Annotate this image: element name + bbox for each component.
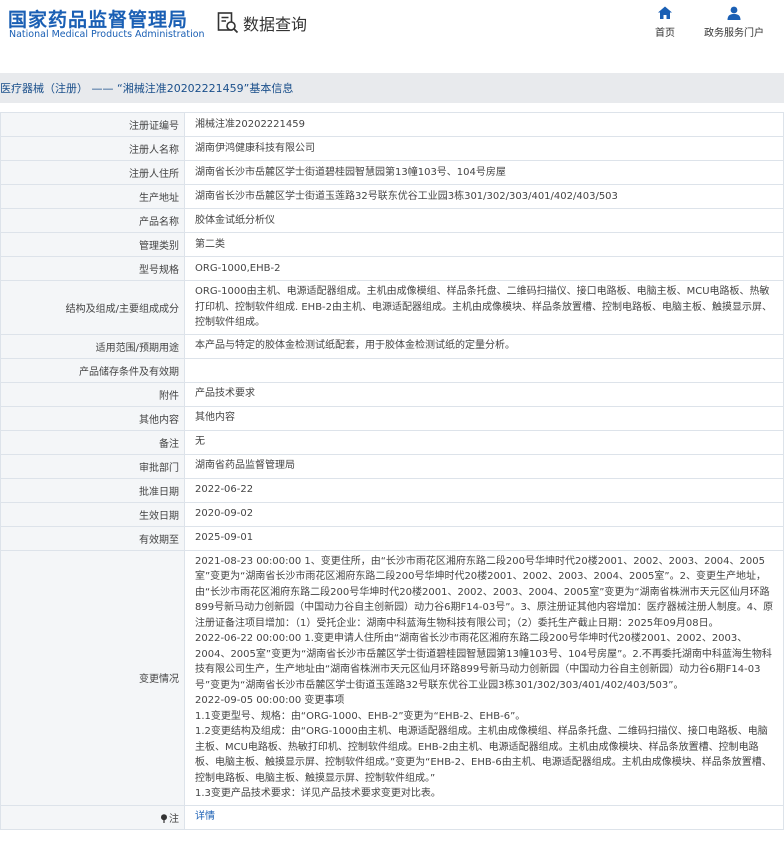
- row-value: ORG-1000由主机、电源适配器组成。主机由成像模组、样品条托盘、二维码扫描仪…: [184, 280, 784, 335]
- row-label: 批准日期: [0, 477, 185, 503]
- table-row: 附件 产品技术要求: [0, 381, 784, 407]
- row-label: 生产地址: [0, 184, 185, 209]
- row-label: 审批部门: [0, 453, 185, 479]
- row-value: 无: [184, 429, 784, 455]
- breadcrumb: 医疗器械（注册） —— “湘械注准20202221459”基本信息: [0, 73, 784, 103]
- row-label: 产品名称: [0, 208, 185, 233]
- row-label: 注册人名称: [0, 136, 185, 161]
- change-entry: 2021-08-23 00:00:00 1、变更住所，由“长沙市雨花区湘府东路二…: [195, 555, 774, 629]
- row-label: 产品储存条件及有效期: [0, 357, 185, 383]
- row-label: 变更情况: [0, 549, 185, 806]
- user-icon: [727, 6, 741, 20]
- table-row: 产品名称 胶体金试纸分析仪: [0, 208, 784, 233]
- table-row: 产品储存条件及有效期: [0, 357, 784, 383]
- table-row: 生效日期 2020-09-02: [0, 501, 784, 527]
- change-entry: 1.3变更产品技术要求：详见产品技术要求变更对比表。: [195, 788, 441, 799]
- row-label: 其他内容: [0, 405, 185, 431]
- row-value: [184, 357, 784, 383]
- table-row: 批准日期 2022-06-22: [0, 477, 784, 503]
- row-label: 生效日期: [0, 501, 185, 527]
- nav-service-label: 政务服务门户: [704, 28, 764, 39]
- row-label: 型号规格: [0, 256, 185, 281]
- row-value: 第二类: [184, 232, 784, 257]
- nav-home-label: 首页: [655, 28, 675, 39]
- data-query-icon: [216, 11, 240, 35]
- nav-service-portal[interactable]: 政务服务门户: [702, 5, 766, 39]
- table-row: 备注 无: [0, 429, 784, 455]
- row-value: 胶体金试纸分析仪: [184, 208, 784, 233]
- row-value: 湖南省长沙市岳麓区学士街道玉莲路32号联东优谷工业园3栋301/302/303/…: [184, 184, 784, 209]
- table-row: 适用范围/预期用途 本产品与特定的胶体金检测试纸配套，用于胶体金检测试纸的定量分…: [0, 333, 784, 359]
- row-value: 湖南省药品监督管理局: [184, 453, 784, 479]
- breadcrumb-text: 医疗器械（注册） —— “湘械注准20202221459”基本信息: [0, 82, 294, 95]
- note-value: 详情: [184, 804, 784, 830]
- detail-table: 注册证编号 湘械注准20202221459 注册人名称 湖南伊鸿健康科技有限公司…: [0, 112, 784, 830]
- data-query-title: 数据查询: [216, 10, 307, 36]
- row-label: 结构及组成/主要组成成分: [0, 280, 185, 335]
- table-row: 型号规格 ORG-1000,EHB-2: [0, 256, 784, 281]
- table-row-changes: 变更情况 2021-08-23 00:00:00 1、变更住所，由“长沙市雨花区…: [0, 549, 784, 806]
- change-entry: 2022-09-05 00:00:00 变更事项: [195, 695, 345, 706]
- row-value: 2025-09-01: [184, 525, 784, 551]
- pin-icon: [161, 813, 167, 823]
- change-entry: 1.2变更结构及组成：由“ORG-1000由主机、电源适配器组成。主机由成像模组…: [195, 726, 772, 784]
- logo-title-cn[interactable]: 国家药品监督管理局: [8, 5, 188, 32]
- row-value: 湖南省长沙市岳麓区学士街道碧桂园智慧园第13幢103号、104号房屋: [184, 160, 784, 185]
- row-label: 管理类别: [0, 232, 185, 257]
- row-value: 本产品与特定的胶体金检测试纸配套，用于胶体金检测试纸的定量分析。: [184, 333, 784, 359]
- data-query-label: 数据查询: [243, 15, 308, 34]
- table-row: 注册人住所 湖南省长沙市岳麓区学士街道碧桂园智慧园第13幢103号、104号房屋: [0, 160, 784, 185]
- row-label: 注册证编号: [0, 112, 185, 137]
- change-entry: 1.1变更型号、规格：由“ORG-1000、EHB-2”变更为“EHB-2、EH…: [195, 710, 526, 722]
- table-row: 注册人名称 湖南伊鸿健康科技有限公司: [0, 136, 784, 161]
- changes-value: 2021-08-23 00:00:00 1、变更住所，由“长沙市雨花区湘府东路二…: [184, 549, 784, 806]
- note-label: 注: [169, 813, 179, 825]
- table-row: 审批部门 湖南省药品监督管理局: [0, 453, 784, 479]
- row-value: ORG-1000,EHB-2: [184, 256, 784, 281]
- row-value: 2020-09-02: [184, 501, 784, 527]
- table-row-note: 注 详情: [0, 804, 784, 830]
- row-label: 备注: [0, 429, 185, 455]
- row-label: 适用范围/预期用途: [0, 333, 185, 359]
- table-row: 其他内容 其他内容: [0, 405, 784, 431]
- table-row: 结构及组成/主要组成成分 ORG-1000由主机、电源适配器组成。主机由成像模组…: [0, 280, 784, 335]
- home-icon: [658, 6, 672, 19]
- logo-title-en: National Medical Products Administration: [9, 29, 205, 40]
- row-value: 湖南伊鸿健康科技有限公司: [184, 136, 784, 161]
- nav-home[interactable]: 首页: [648, 5, 682, 39]
- table-row: 生产地址 湖南省长沙市岳麓区学士街道玉莲路32号联东优谷工业园3栋301/302…: [0, 184, 784, 209]
- row-value: 产品技术要求: [184, 381, 784, 407]
- row-value: 2022-06-22: [184, 477, 784, 503]
- row-value: 其他内容: [184, 405, 784, 431]
- table-row: 管理类别 第二类: [0, 232, 784, 257]
- row-value: 湘械注准20202221459: [184, 112, 784, 137]
- change-entry: 2022-06-22 00:00:00 1.变更申请人住所由“湖南省长沙市雨花区…: [195, 633, 772, 691]
- row-label: 有效期至: [0, 525, 185, 551]
- table-row: 有效期至 2025-09-01: [0, 525, 784, 551]
- details-link[interactable]: 详情: [195, 811, 215, 822]
- row-label: 附件: [0, 381, 185, 407]
- site-header: 国家药品监督管理局 National Medical Products Admi…: [0, 0, 784, 62]
- note-label-cell: 注: [0, 804, 185, 830]
- row-label: 注册人住所: [0, 160, 185, 185]
- table-row: 注册证编号 湘械注准20202221459: [0, 112, 784, 137]
